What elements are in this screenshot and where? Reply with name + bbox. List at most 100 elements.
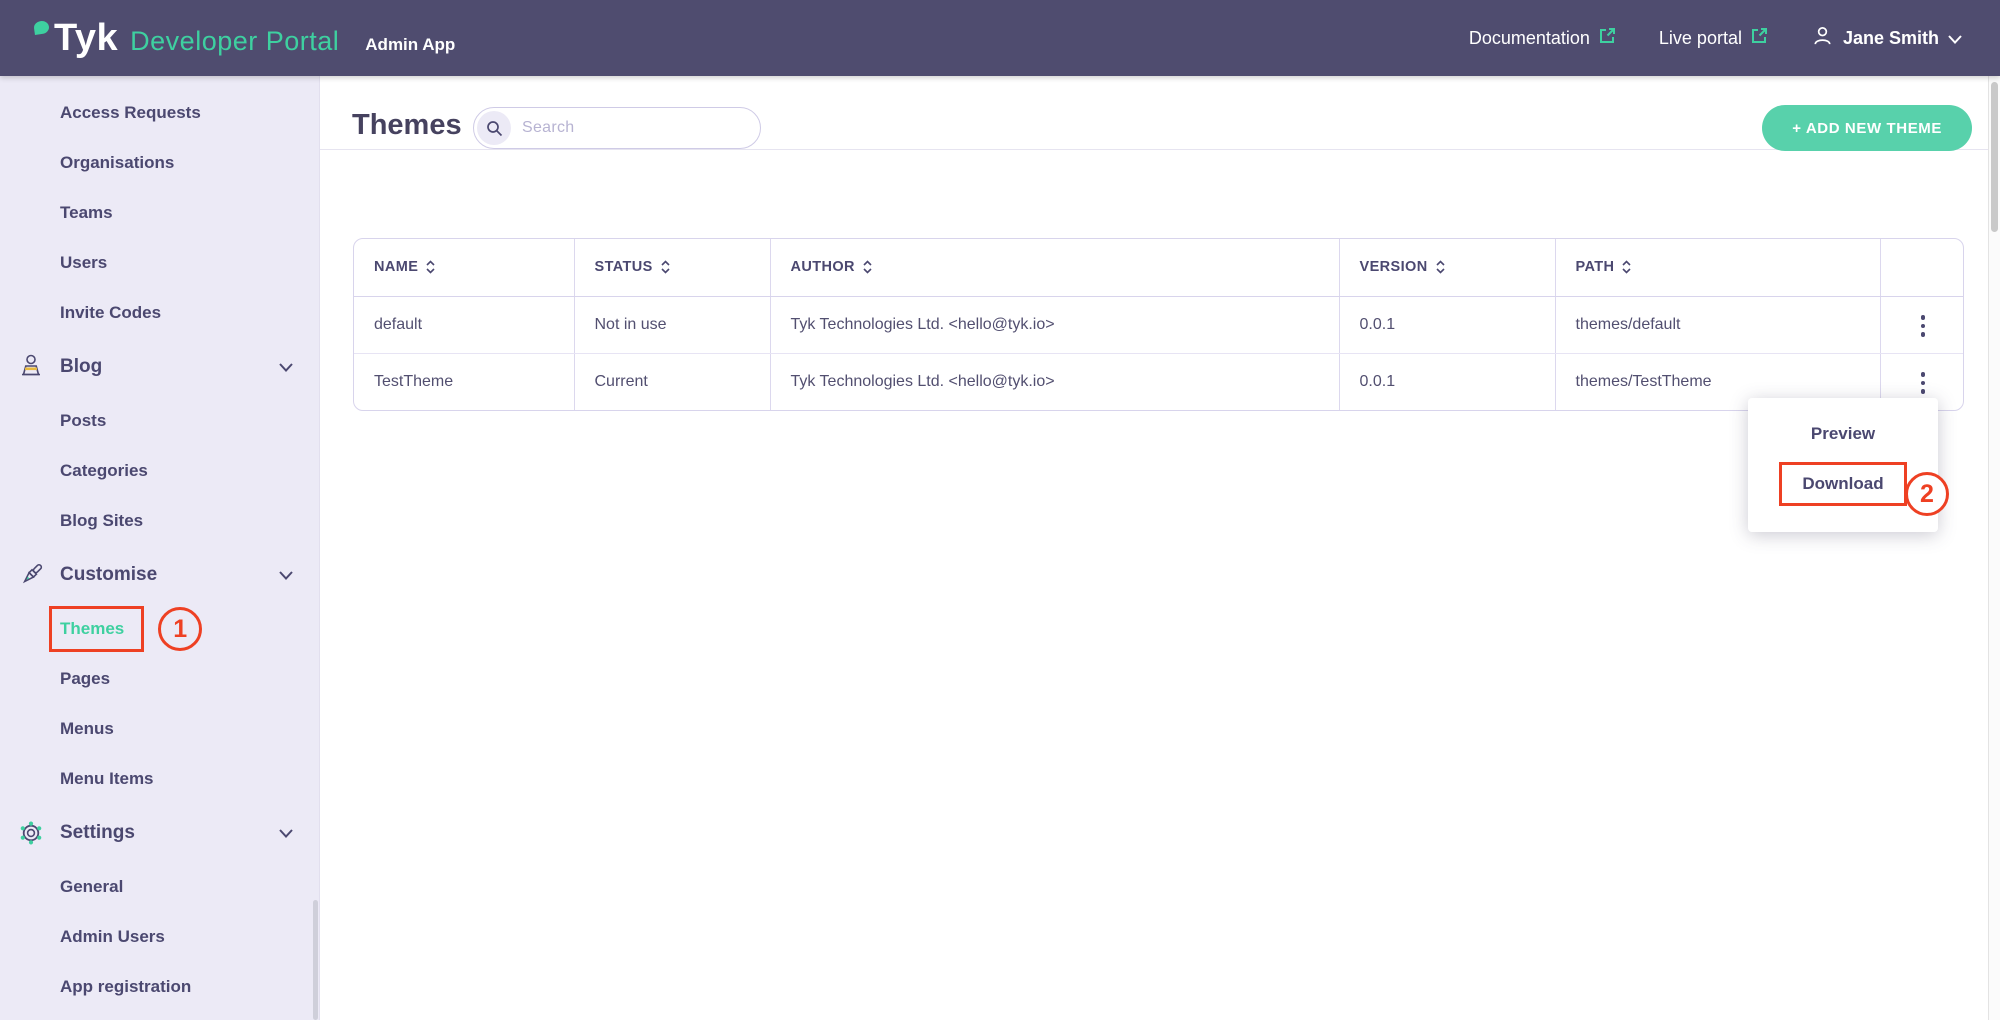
annotation-circle-1: 1 [158,607,202,651]
sidebar-scrollbar-thumb[interactable] [313,900,318,1020]
sidebar-item-access-requests[interactable]: Access Requests [0,88,319,138]
sidebar-item-label: Teams [60,203,113,223]
sidebar-item-menu-items[interactable]: Menu Items [0,754,319,804]
sidebar-item-menus[interactable]: Menus [0,704,319,754]
sidebar-item-label: Menus [60,719,114,739]
table-row-default: default Not in use Tyk Technologies Ltd.… [354,296,1964,353]
menu-item-preview[interactable]: Preview [1748,418,1938,462]
sidebar-item-label: Blog Sites [60,511,143,531]
app-window: Tyk Developer Portal Admin App Documenta… [0,0,2000,1020]
cell-name: TestTheme [354,353,574,410]
sidebar-item-label: App registration [60,977,191,997]
search-box [473,107,761,149]
top-header: Tyk Developer Portal Admin App Documenta… [0,0,2000,76]
themes-table: NAME STATUS AUTHOR [353,238,1964,411]
column-header-author[interactable]: AUTHOR [770,239,1339,296]
sidebar-item-users[interactable]: Users [0,238,319,288]
sidebar-item-organisations[interactable]: Organisations [0,138,319,188]
sidebar-section-label: Customise [60,564,157,586]
cell-version: 0.0.1 [1339,353,1555,410]
sidebar-item-themes[interactable]: Themes 1 [0,604,319,654]
nav-live-portal-label: Live portal [1659,28,1742,49]
sidebar-item-general[interactable]: General [0,862,319,912]
gear-icon [16,818,46,848]
column-label: NAME [374,259,418,275]
sidebar-item-label: General [60,877,123,897]
sidebar-item-app-registration[interactable]: App registration [0,962,319,1012]
tyk-logo: Tyk Developer Portal Admin App [34,17,455,60]
search-icon [477,111,511,145]
row-context-menu: Preview Download [1748,398,1938,532]
sidebar-item-blog-sites[interactable]: Blog Sites [0,496,319,546]
sort-icon [862,259,873,275]
column-header-name[interactable]: NAME [354,239,574,296]
paintbrush-icon [16,560,46,590]
kebab-menu-icon[interactable] [1911,366,1936,400]
sidebar-item-label: Pages [60,669,110,689]
sort-icon [1435,259,1446,275]
user-menu[interactable]: Jane Smith [1811,24,1962,52]
brand-text: Tyk [54,17,118,59]
sidebar-item-invite-codes[interactable]: Invite Codes [0,288,319,338]
sidebar-section-label: Settings [60,822,135,844]
sort-icon [1621,259,1632,275]
sidebar-item-pages[interactable]: Pages [0,654,319,704]
column-label: PATH [1576,259,1615,275]
nav-documentation-label: Documentation [1469,28,1590,49]
sidebar-item-label: Access Requests [60,103,201,123]
sidebar-item-label: Invite Codes [60,303,161,323]
app-label: Admin App [365,35,455,55]
sidebar-item-posts[interactable]: Posts [0,396,319,446]
cell-path: themes/default [1555,296,1880,353]
sort-icon [660,259,671,275]
kebab-menu-icon[interactable] [1911,309,1936,343]
sidebar-item-label: Categories [60,461,148,481]
page-scrollbar-thumb[interactable] [1991,82,1998,232]
sidebar-item-admin-users[interactable]: Admin Users [0,912,319,962]
cell-version: 0.0.1 [1339,296,1555,353]
page-scrollbar[interactable] [1988,76,2000,1020]
nav-live-portal-link[interactable]: Live portal [1659,26,1769,50]
table-row-testtheme: TestTheme Current Tyk Technologies Ltd. … [354,353,1964,410]
column-header-status[interactable]: STATUS [574,239,770,296]
external-link-icon [1750,26,1769,50]
column-header-path[interactable]: PATH [1555,239,1880,296]
sidebar-item-teams[interactable]: Teams [0,188,319,238]
annotation-circle-2: 2 [1905,472,1949,516]
tyk-leaf-icon [33,20,50,35]
annotation-box-1: Themes [49,606,144,652]
nav-documentation-link[interactable]: Documentation [1469,26,1617,50]
sidebar-section-settings[interactable]: Settings [0,808,319,858]
cell-name: default [354,296,574,353]
cell-author: Tyk Technologies Ltd. <hello@tyk.io> [770,353,1339,410]
sidebar-item-label-active: Themes [60,619,124,638]
sidebar-item-categories[interactable]: Categories [0,446,319,496]
sidebar-section-customise[interactable]: Customise [0,550,319,600]
sidebar-section-blog[interactable]: Blog [0,342,319,392]
chevron-down-icon [279,356,293,378]
sidebar-section-label: Blog [60,356,102,378]
external-link-icon [1598,26,1617,50]
header-nav: Documentation Live portal [1469,24,1962,52]
tyk-wordmark: Tyk [34,17,118,60]
page-title: Themes [352,109,462,142]
sidebar-nav: Access Requests Organisations Teams User… [0,88,319,1012]
sidebar-item-label: Menu Items [60,769,154,789]
sidebar: Access Requests Organisations Teams User… [0,76,320,1020]
main-content: Themes + ADD NEW THEME [320,76,1988,1020]
chevron-down-icon [1948,28,1962,49]
table-header-row: NAME STATUS AUTHOR [354,239,1964,296]
search-input[interactable] [522,119,732,137]
user-name: Jane Smith [1843,28,1939,49]
column-header-actions [1880,239,1964,296]
sidebar-item-label: Organisations [60,153,174,173]
annotation-box-2[interactable]: Download [1779,462,1906,506]
sidebar-item-label: Users [60,253,107,273]
column-label: AUTHOR [791,259,855,275]
sort-icon [425,259,436,275]
sidebar-item-label: Posts [60,411,106,431]
chevron-down-icon [279,822,293,844]
column-header-version[interactable]: VERSION [1339,239,1555,296]
add-new-theme-button[interactable]: + ADD NEW THEME [1762,105,1972,151]
cell-status: Not in use [574,296,770,353]
